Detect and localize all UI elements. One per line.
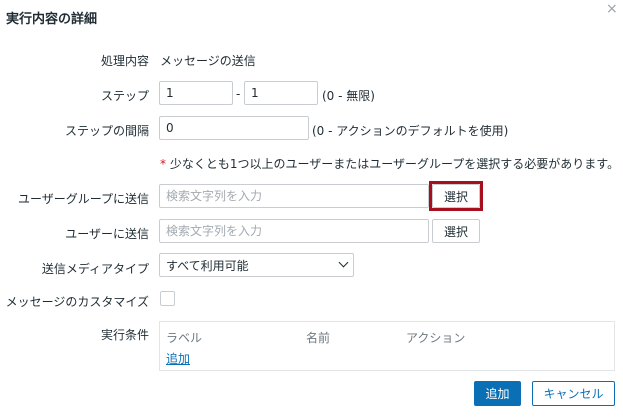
steps-separator: - (236, 87, 241, 101)
user-groups-search-input[interactable] (159, 184, 429, 208)
steps-to-input[interactable] (244, 81, 318, 105)
operation-value: メッセージの送信 (160, 54, 256, 68)
custom-message-checkbox[interactable] (160, 291, 175, 306)
conditions-col-name: 名前 (306, 331, 331, 345)
conditions-label: 実行条件 (100, 328, 149, 342)
conditions-col-label: ラベル (166, 331, 203, 345)
media-type-selected: すべて利用可能 (166, 258, 249, 273)
required-note-text: 少なくとも1つ以上のユーザーまたはユーザーグループを選択する必要があります。 (169, 157, 620, 171)
close-icon[interactable]: × (606, 1, 618, 17)
media-type-select[interactable]: すべて利用可能 (159, 253, 354, 277)
steps-from-input[interactable] (159, 81, 233, 105)
step-duration-input[interactable] (159, 116, 309, 140)
steps-hint: (0 - 無限) (322, 89, 375, 103)
add-button[interactable]: 追加 (474, 381, 521, 406)
operation-label: 処理内容 (100, 54, 149, 68)
custom-message-label: メッセージのカスタマイズ (5, 295, 149, 309)
dialog-title: 実行内容の詳細 (6, 12, 98, 27)
conditions-add-link[interactable]: 追加 (166, 350, 190, 367)
user-groups-label: ユーザーグループに送信 (17, 192, 149, 206)
cancel-button[interactable]: キャンセル (532, 381, 615, 406)
chevron-down-icon (338, 257, 349, 268)
users-search-input[interactable] (159, 219, 429, 243)
conditions-col-action: アクション (406, 331, 466, 345)
user-groups-select-button[interactable]: 選択 (432, 184, 480, 208)
required-mark: * (160, 157, 166, 171)
users-label: ユーザーに送信 (65, 227, 149, 241)
step-duration-label: ステップの間隔 (64, 124, 149, 138)
required-note: * 少なくとも1つ以上のユーザーまたはユーザーグループを選択する必要があります。 (160, 155, 619, 172)
steps-label: ステップ (100, 89, 149, 103)
conditions-table (159, 321, 615, 371)
media-type-label: 送信メディアタイプ (41, 262, 149, 276)
step-duration-hint: (0 - アクションのデフォルトを使用) (312, 124, 509, 138)
users-select-button[interactable]: 選択 (432, 219, 480, 243)
